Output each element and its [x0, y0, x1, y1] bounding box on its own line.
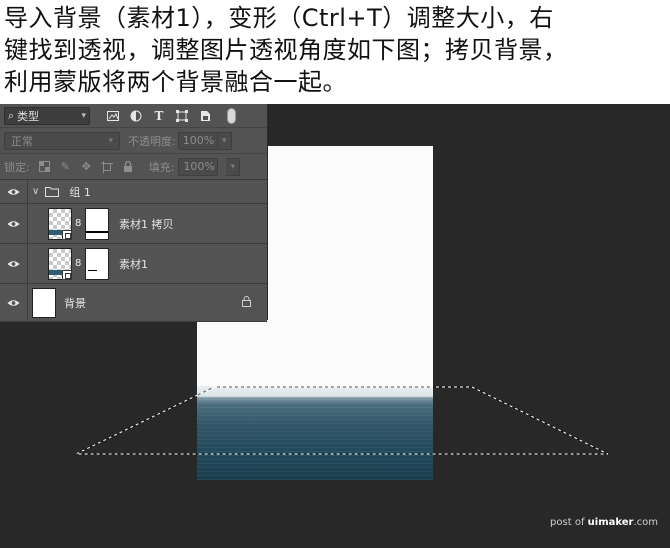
- visibility-toggle[interactable]: [0, 283, 28, 322]
- group-expand-chevron-icon[interactable]: ∨: [32, 186, 39, 197]
- layer-row[interactable]: 8 素材1 拷贝: [0, 203, 267, 244]
- layer-mask-thumbnail[interactable]: [85, 207, 109, 240]
- opacity-dropdown-icon[interactable]: ▾: [217, 131, 232, 150]
- fill-field[interactable]: 100%: [178, 157, 219, 176]
- search-icon: ⌕: [8, 108, 15, 122]
- layer-name: 背景: [64, 296, 86, 310]
- visibility-toggle[interactable]: [0, 179, 28, 204]
- filter-type-label: 类型: [17, 109, 40, 123]
- layer-thumbnail[interactable]: [32, 287, 56, 318]
- shape-filter-icon[interactable]: [175, 109, 189, 123]
- layer-mask-thumbnail[interactable]: [85, 247, 109, 280]
- image-filter-icon[interactable]: [106, 109, 120, 123]
- lock-artboard-icon[interactable]: [101, 160, 114, 173]
- lock-image-pixels-icon[interactable]: ✎: [59, 160, 72, 173]
- layers-panel: ⌕ 类型 ▾ T 正常 ▾ 不透明度: 100% ▾ 锁定: ✎ ✥ 填充: 1…: [0, 104, 268, 322]
- visibility-toggle[interactable]: [0, 243, 28, 284]
- watermark: post of uimaker.com: [550, 517, 658, 528]
- fill-label: 填充:: [148, 160, 175, 174]
- opacity-field[interactable]: 100%: [177, 131, 218, 150]
- chain-link-icon[interactable]: 8: [75, 258, 83, 269]
- lock-position-icon[interactable]: ✥: [80, 160, 93, 173]
- chain-link-icon[interactable]: 8: [75, 218, 83, 229]
- lock-all-icon[interactable]: [122, 160, 135, 173]
- type-filter-icon[interactable]: T: [152, 109, 166, 123]
- layer-filter-row: ⌕ 类型 ▾ T: [0, 104, 267, 128]
- blend-mode-value: 正常: [11, 134, 33, 148]
- smart-object-filter-icon[interactable]: [198, 109, 212, 123]
- chevron-down-icon: ▾: [108, 135, 113, 146]
- eye-icon: [7, 188, 20, 195]
- chevron-down-icon: ▾: [81, 110, 86, 121]
- smart-object-badge-icon: [62, 229, 72, 240]
- watermark-site: uimaker: [587, 517, 634, 528]
- instruction-line-1: 导入背景（素材1），变形（Ctrl+T）调整大小，右: [4, 4, 554, 32]
- layer-thumbnail[interactable]: [48, 247, 72, 280]
- layer-group-row[interactable]: ∨ 组 1: [0, 179, 267, 204]
- eye-icon: [7, 299, 20, 306]
- eye-icon: [7, 220, 20, 227]
- lock-fill-row: 锁定: ✎ ✥ 填充: 100% ▾: [0, 154, 267, 180]
- watermark-suffix: .com: [633, 517, 658, 528]
- opacity-label: 不透明度:: [128, 134, 176, 148]
- fill-dropdown-icon[interactable]: ▾: [226, 157, 241, 176]
- group-name: 组 1: [69, 185, 91, 199]
- visibility-toggle[interactable]: [0, 203, 28, 244]
- blend-mode-select[interactable]: 正常 ▾: [4, 131, 120, 150]
- layer-name: 素材1: [119, 257, 148, 271]
- blend-opacity-row: 正常 ▾ 不透明度: 100% ▾: [0, 128, 267, 154]
- layer-row[interactable]: 8 素材1: [0, 243, 267, 284]
- watermark-prefix: post of: [550, 517, 588, 528]
- lock-label: 锁定:: [4, 160, 30, 174]
- filter-toggle-icon[interactable]: [227, 107, 236, 124]
- folder-icon: [45, 187, 60, 197]
- eye-icon: [7, 260, 20, 267]
- layer-name: 素材1 拷贝: [119, 217, 174, 231]
- instruction-line-3: 利用蒙版将两个背景融合一起。: [4, 68, 347, 96]
- instruction-line-2: 键找到透视，调整图片透视角度如下图；拷贝背景，: [4, 36, 568, 64]
- background-layer-row[interactable]: 背景: [0, 283, 267, 322]
- filter-type-select[interactable]: ⌕ 类型 ▾: [4, 106, 90, 125]
- smart-object-badge-icon: [62, 269, 72, 280]
- adjustment-filter-icon[interactable]: [129, 109, 143, 123]
- lock-transparent-pixels-icon[interactable]: [38, 160, 51, 173]
- lock-icon: [242, 296, 251, 310]
- layer-thumbnail[interactable]: [48, 207, 72, 240]
- instruction-text: 导入背景（素材1），变形（Ctrl+T）调整大小，右 键找到透视，调整图片透视角…: [0, 0, 670, 104]
